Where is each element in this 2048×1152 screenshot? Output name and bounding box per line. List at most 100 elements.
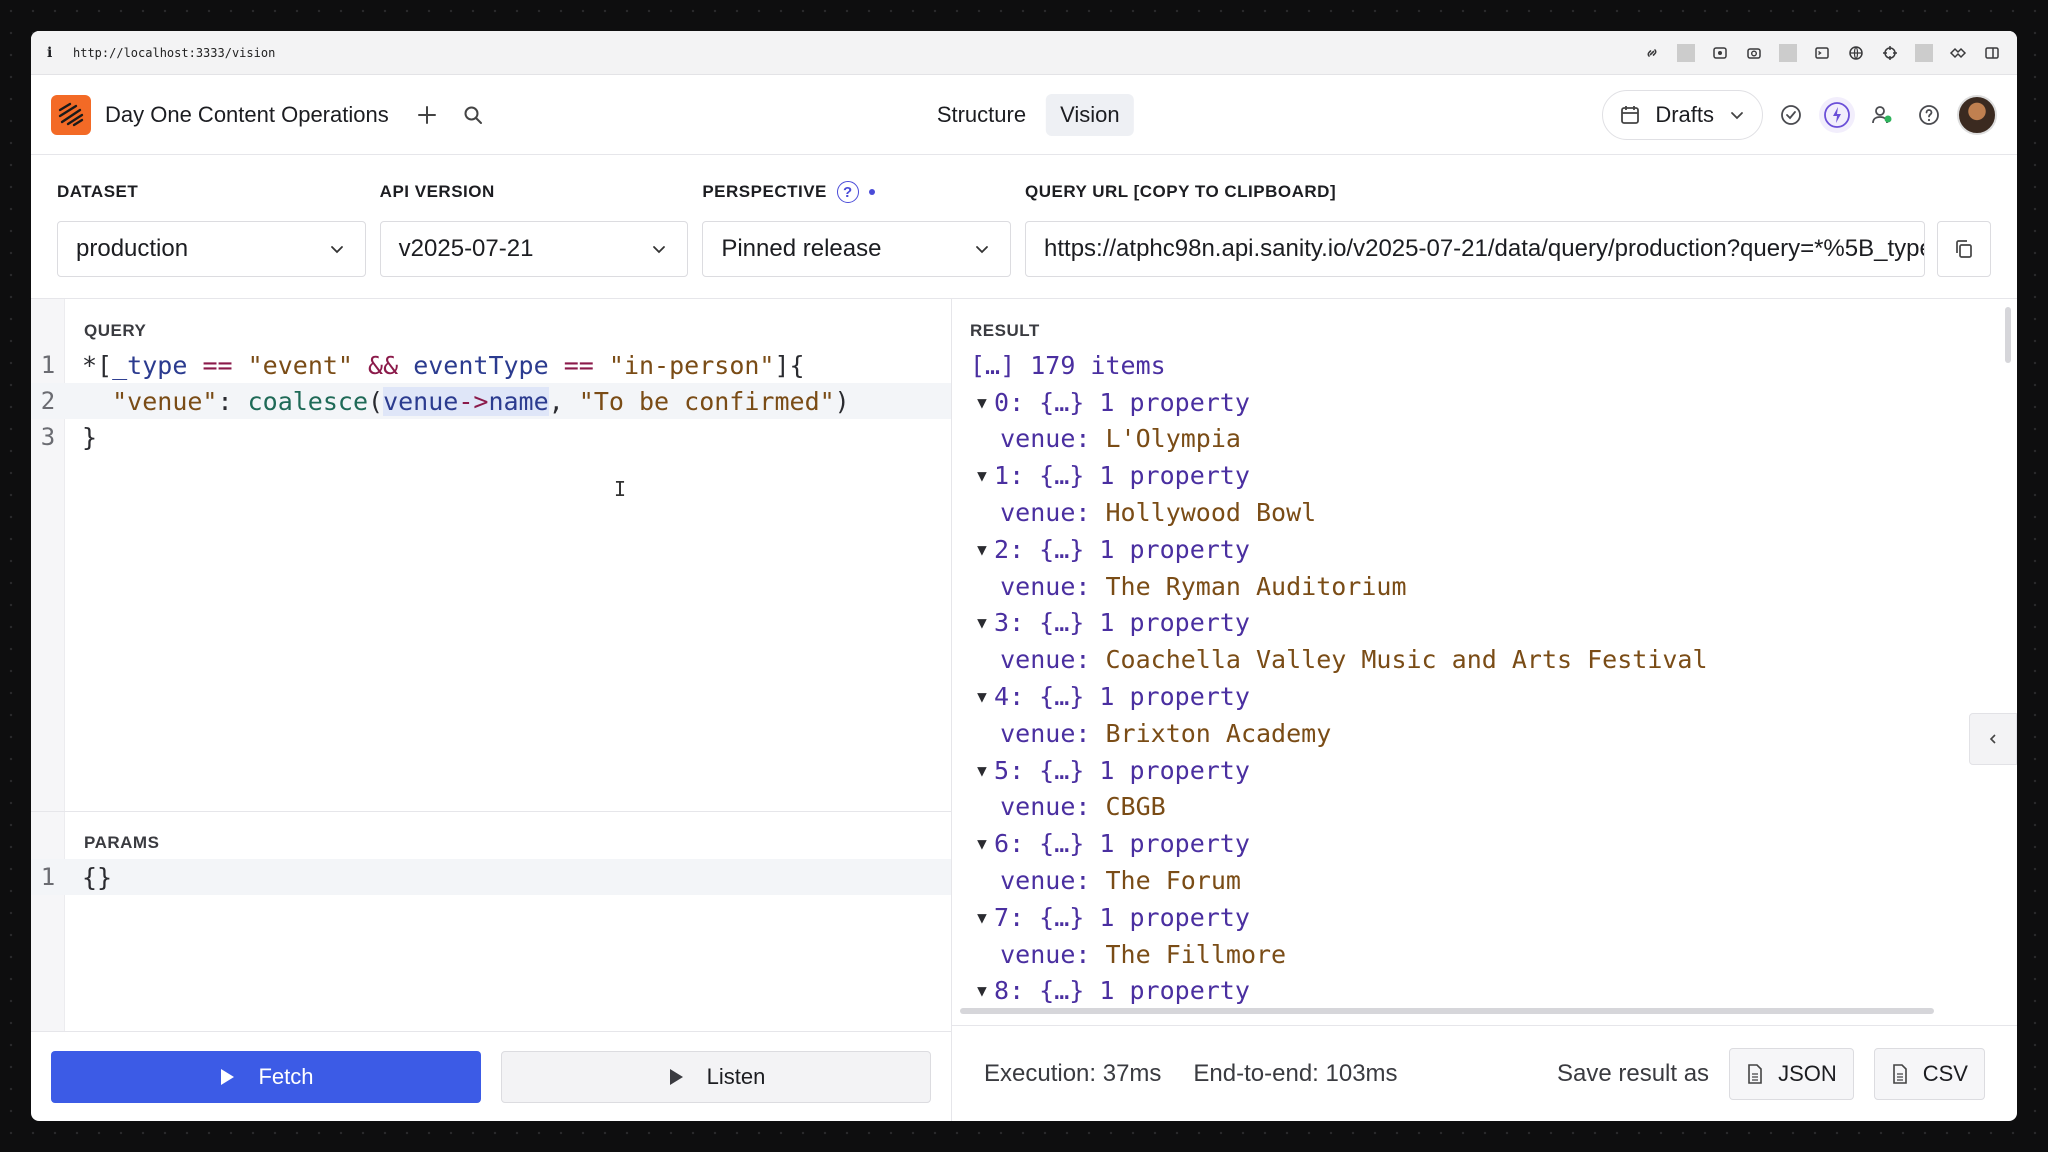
project-logo[interactable] xyxy=(51,94,91,135)
listen-button[interactable]: Listen xyxy=(501,1050,931,1103)
result-item-venue: venue: Hollywood Bowl xyxy=(970,494,2017,531)
user-avatar[interactable] xyxy=(1957,94,1997,135)
line-number: 3 xyxy=(40,423,56,451)
save-json-button[interactable]: JSON xyxy=(1729,1047,1854,1100)
collapse-triangle-icon[interactable]: ▼ xyxy=(970,687,994,706)
globe-icon[interactable] xyxy=(1847,44,1865,62)
perspective-select[interactable]: Pinned release xyxy=(702,221,1012,277)
link-icon[interactable] xyxy=(1643,44,1661,62)
collapse-triangle-icon[interactable]: ▼ xyxy=(970,761,994,780)
presentation-bolt-icon[interactable] xyxy=(1819,96,1855,133)
horizontal-scrollbar[interactable] xyxy=(960,1008,1934,1014)
save-csv-button[interactable]: CSV xyxy=(1873,1047,1985,1100)
venue-value: Brixton Academy xyxy=(1105,718,1332,748)
dataset-select[interactable]: production xyxy=(57,221,366,277)
terminal-icon[interactable] xyxy=(1813,44,1831,62)
tasks-check-icon[interactable] xyxy=(1773,97,1809,133)
collapse-triangle-icon[interactable]: ▼ xyxy=(970,466,994,485)
venue-value: Coachella Valley Music and Arts Festival xyxy=(1105,645,1708,675)
query-url-value: https://atphc98n.api.sanity.io/v2025-07-… xyxy=(1044,235,1926,262)
calendar-icon xyxy=(1621,105,1640,124)
collapse-triangle-icon[interactable]: ▼ xyxy=(970,981,994,1000)
help-icon[interactable] xyxy=(1911,97,1947,133)
fetch-button[interactable]: Fetch xyxy=(51,1050,481,1103)
params-label: PARAMS xyxy=(84,833,160,852)
tab-vision[interactable]: Vision xyxy=(1046,93,1134,136)
search-icon[interactable] xyxy=(451,93,495,137)
app-window: i http://localhost:3333/vision Day One C… xyxy=(31,31,2017,1121)
project-title[interactable]: Day One Content Operations xyxy=(105,102,389,128)
sidebar-toggle-icon[interactable] xyxy=(1983,44,2001,62)
perspective-help-icon[interactable]: ? xyxy=(836,181,859,203)
query-editor[interactable]: 1 *[_type == "event" && eventType == "in… xyxy=(31,347,951,455)
venue-value: The Forum xyxy=(1105,866,1241,896)
result-summary[interactable]: […] 179 items xyxy=(970,347,2017,384)
result-item-header[interactable]: ▼ 2: {…} 1 property xyxy=(970,531,2017,568)
result-item-header[interactable]: ▼ 6: {…} 1 property xyxy=(970,825,2017,862)
item-index: 0 xyxy=(994,387,1010,417)
venue-value: The Ryman Auditorium xyxy=(1105,571,1407,601)
extensions-icon[interactable] xyxy=(1949,44,1967,62)
venue-value: The Fillmore xyxy=(1105,939,1287,969)
property-count: 1 property xyxy=(1099,608,1250,638)
result-item-venue: venue: Brixton Academy xyxy=(970,715,2017,752)
users-icon[interactable] xyxy=(1865,97,1901,133)
query-line: 2 "venue": coalesce(venue->name, "To be … xyxy=(31,383,951,419)
query-actions: Fetch Listen xyxy=(31,1031,951,1121)
result-item-venue: venue: The Fillmore xyxy=(970,936,2017,973)
add-icon[interactable] xyxy=(405,93,449,137)
api-version-value: v2025-07-21 xyxy=(398,235,534,262)
result-item-header[interactable]: ▼ 1: {…} 1 property xyxy=(970,457,2017,494)
result-item-venue: venue: The Ryman Auditorium xyxy=(970,568,2017,605)
api-version-select[interactable]: v2025-07-21 xyxy=(379,221,689,277)
result-item-venue: venue: CBGB xyxy=(970,789,2017,826)
params-editor[interactable]: 1 {} xyxy=(31,859,951,895)
result-label: RESULT xyxy=(970,321,1040,340)
result-item-header[interactable]: ▼ 0: {…} 1 property xyxy=(970,384,2017,421)
result-item-header[interactable]: ▼ 5: {…} 1 property xyxy=(970,752,2017,789)
save-result-label: Save result as xyxy=(1556,1059,1710,1087)
document-icon xyxy=(1892,1063,1907,1084)
property-count: 1 property xyxy=(1099,387,1250,417)
tab-structure[interactable]: Structure xyxy=(923,94,1040,136)
object-preview: {…} xyxy=(1039,461,1085,491)
result-tree[interactable]: […] 179 items ▼ 0: {…} 1 property venue: … xyxy=(970,347,2017,1009)
item-index: 2 xyxy=(994,534,1010,564)
venue-key: venue: xyxy=(1000,645,1091,675)
object-preview: {…} xyxy=(1039,608,1085,638)
line-number: 2 xyxy=(40,387,56,415)
collapse-triangle-icon[interactable]: ▼ xyxy=(970,834,994,853)
result-item-header[interactable]: ▼ 8: {…} 1 property xyxy=(970,973,2017,1010)
result-item-header[interactable]: ▼ 4: {…} 1 property xyxy=(970,678,2017,715)
chevron-left-icon xyxy=(1989,734,1996,744)
collapse-triangle-icon[interactable]: ▼ xyxy=(970,540,994,559)
item-index: 1 xyxy=(994,461,1010,491)
collapse-triangle-icon[interactable]: ▼ xyxy=(970,613,994,632)
vertical-scrollbar[interactable] xyxy=(2005,307,2011,363)
listen-label: Listen xyxy=(706,1063,766,1089)
perspective-menu-button[interactable]: Drafts xyxy=(1602,89,1763,140)
item-index: 7 xyxy=(994,902,1010,932)
query-url-input[interactable]: https://atphc98n.api.sanity.io/v2025-07-… xyxy=(1025,221,1926,277)
site-info-icon[interactable]: i xyxy=(47,45,73,61)
screenshot-icon[interactable] xyxy=(1711,44,1729,62)
object-preview: {…} xyxy=(1039,976,1085,1006)
query-line-text: *[_type == "event" && eventType == "in-p… xyxy=(82,350,805,380)
collapse-triangle-icon[interactable]: ▼ xyxy=(970,908,994,927)
perspective-label: PERSPECTIVE ? xyxy=(702,181,1011,203)
result-footer: Execution: 37ms End-to-end: 103ms Save r… xyxy=(952,1025,2017,1121)
address-field[interactable]: http://localhost:3333/vision xyxy=(73,46,275,60)
result-item-header[interactable]: ▼ 7: {…} 1 property xyxy=(970,899,2017,936)
venue-key: venue: xyxy=(1000,498,1091,528)
collapse-panel-button[interactable] xyxy=(1969,713,2017,765)
collapse-triangle-icon[interactable]: ▼ xyxy=(970,393,994,412)
crosshair-icon[interactable] xyxy=(1881,44,1899,62)
play-icon xyxy=(669,1068,683,1085)
line-number: 1 xyxy=(40,351,56,379)
perspective-field: PERSPECTIVE ? Pinned release xyxy=(702,155,1012,298)
copy-url-button[interactable] xyxy=(1937,221,1992,277)
query-label: QUERY xyxy=(84,321,147,340)
result-item-header[interactable]: ▼ 3: {…} 1 property xyxy=(970,605,2017,642)
dataset-field: DATASET production xyxy=(57,155,366,298)
camera-icon[interactable] xyxy=(1745,44,1763,62)
